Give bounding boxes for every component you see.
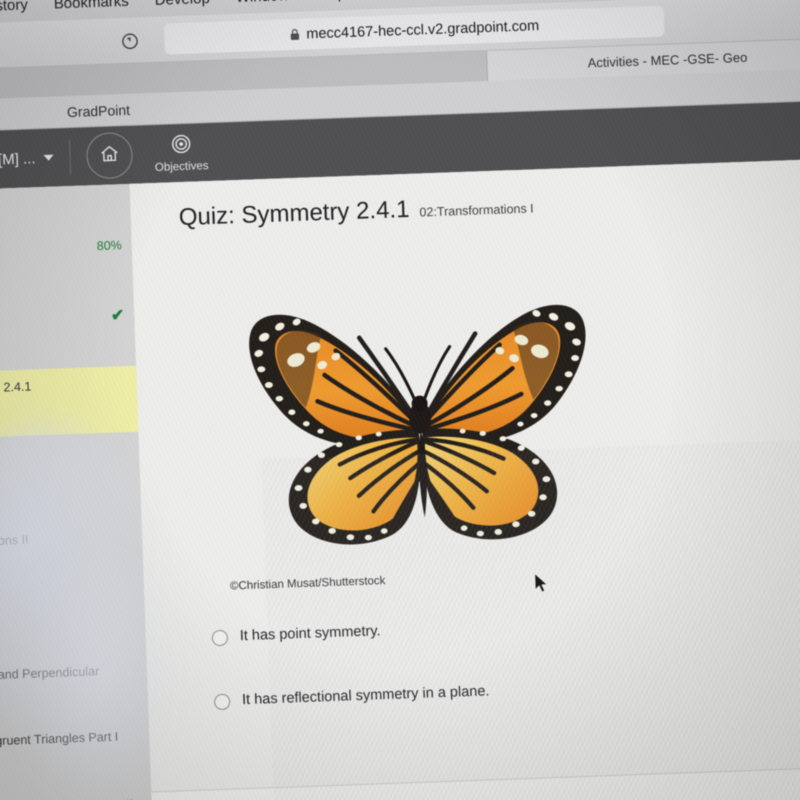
sidebar-item-6[interactable]: llel and Perpendicular: [0, 650, 148, 696]
sidebar-item-4[interactable]: mations II: [0, 516, 143, 562]
url-text: mecc4167-hec-ccl.v2.gradpoint.com: [306, 17, 540, 42]
answer-option-1[interactable]: It has reflectional symmetry in a plane.: [213, 675, 490, 711]
page-body: 2.3.1 80% 4.1 ✔ metry 2.4.1 st mations I…: [0, 158, 800, 800]
quiz-subtitle: 02:Transformations I: [419, 201, 534, 220]
menu-item-history[interactable]: History: [0, 0, 28, 15]
browser-window: History Bookmarks Develop Window Help me…: [0, 0, 800, 800]
course-outline-sidebar[interactable]: 2.3.1 80% 4.1 ✔ metry 2.4.1 st mations I…: [0, 183, 154, 800]
image-credit: ©Christian Musat/Shutterstock: [229, 574, 386, 593]
sidebar-item-status: 80%: [96, 238, 123, 254]
quiz-panel: Quiz: Symmetry 2.4.1 02:Transformations …: [129, 158, 800, 800]
sidebar-item-label: ongruent Triangles Part I: [0, 729, 119, 749]
objectives-label: Objectives: [154, 160, 209, 174]
page-title: Quiz: Symmetry 2.4.1: [178, 195, 410, 232]
sidebar-item-0[interactable]: 2.3.1 80%: [0, 222, 133, 274]
sidebar-item-label: metry 2.4.1: [0, 379, 32, 396]
home-button[interactable]: [85, 131, 134, 180]
objectives-button[interactable]: Objectives: [154, 132, 209, 174]
chevron-down-icon: [43, 154, 54, 161]
sidebar-item-1[interactable]: 4.1 ✔: [0, 292, 135, 344]
menu-item-window[interactable]: Window: [235, 0, 289, 5]
reload-button[interactable]: [114, 25, 145, 56]
lock-icon: [289, 28, 300, 41]
answer-option-label: It has point symmetry.: [239, 623, 381, 645]
screen-photo: History Bookmarks Develop Window Help me…: [0, 0, 800, 800]
bookmark-gradpoint[interactable]: GradPoint: [67, 101, 131, 119]
sidebar-item-7[interactable]: ongruent Triangles Part I: [0, 716, 150, 762]
nav-divider: [68, 139, 72, 175]
menu-item-help[interactable]: Help: [315, 0, 346, 3]
target-icon: [170, 133, 193, 161]
sidebar-item-label: mations II: [0, 532, 29, 549]
sidebar-item-8[interactable]: Congruent Triangles Part II: [0, 783, 152, 800]
checkmark-icon: ✔: [110, 307, 125, 325]
radio-button-icon[interactable]: [213, 693, 231, 711]
butterfly-image: [215, 263, 625, 577]
sidebar-item-5[interactable]: rity: [0, 584, 145, 630]
sidebar-item-2[interactable]: metry 2.4.1: [0, 365, 139, 439]
menu-item-bookmarks[interactable]: Bookmarks: [53, 0, 129, 12]
quiz-header: Quiz: Symmetry 2.4.1 02:Transformations …: [178, 191, 534, 232]
answer-option-0[interactable]: It has point symmetry.: [211, 615, 381, 647]
sidebar-item-3[interactable]: st: [0, 446, 140, 492]
radio-button-icon[interactable]: [211, 629, 229, 647]
course-selector[interactable]: try A [M] ...: [0, 149, 54, 169]
sidebar-item-label: llel and Perpendicular: [0, 664, 100, 682]
home-icon: [98, 142, 121, 170]
course-selector-label: try A [M] ...: [0, 149, 36, 170]
answer-option-label: It has reflectional symmetry in a plane.: [241, 683, 490, 709]
menu-item-develop[interactable]: Develop: [154, 0, 210, 8]
